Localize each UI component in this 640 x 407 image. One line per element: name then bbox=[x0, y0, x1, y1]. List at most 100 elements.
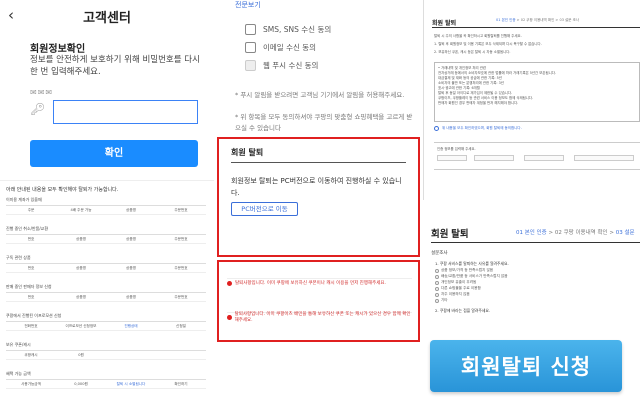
section-title: 보유 쿠폰/캐시 bbox=[6, 342, 31, 347]
table-cell: 주문번호 bbox=[174, 265, 188, 270]
marketing-consent-screen: 전문보기 SMS, SNS 수신 동의 이메일 수신 동의 웹 푸시 수신 동의… bbox=[217, 0, 420, 136]
radio-icon[interactable] bbox=[435, 274, 439, 279]
table-cell: 확인하기 bbox=[174, 381, 188, 386]
survey-option[interactable]: 배송/교환/반품 등 서비스가 만족스럽지 않음 bbox=[435, 274, 508, 279]
survey-option[interactable]: 기타 bbox=[435, 298, 448, 303]
table-cell: 탈퇴 시 소멸됩니다 bbox=[116, 381, 146, 386]
page-title: 회원 탈퇴 bbox=[431, 229, 469, 240]
radio-icon[interactable] bbox=[435, 280, 439, 285]
checkbox[interactable] bbox=[245, 41, 256, 53]
table-cell: 상품명 bbox=[126, 236, 136, 241]
checklist-section: 판매 중인 판매자 정보 신청 번호 상품명 상품명 주문번호 bbox=[6, 284, 206, 302]
survey-subtitle: 설문조사 bbox=[431, 251, 448, 256]
section-title: 쿠팡에서 진행된 이프로모션 신청 bbox=[6, 313, 62, 318]
warning-text: 탈퇴사항입니다. 이미 쿠팡에 보유하신 쿠폰이나 캐시 이용을 먼저 진행해주… bbox=[235, 281, 386, 286]
consent-item-email[interactable]: 이메일 수신 동의 bbox=[245, 40, 316, 54]
table-row: 사용가능금액 0,000원 탈퇴 시 소멸됩니다 확인하기 bbox=[6, 379, 206, 389]
consent-label: SMS, SNS 수신 동의 bbox=[263, 24, 332, 34]
agree-checkbox[interactable]: 위 내용을 모두 확인하였으며, 회원 탈퇴에 동의합니다. bbox=[434, 126, 522, 131]
step-3: 03 설문 조사 bbox=[559, 18, 580, 22]
table-cell: 주문번호 bbox=[174, 294, 188, 299]
withdraw-checklist-screen: 아래 안내된 내용을 모두 확인해야 탈퇴가 가능합니다. 이미용 계좌가 있을… bbox=[0, 180, 214, 407]
form-field[interactable] bbox=[437, 155, 467, 161]
table-cell: 주문번호 bbox=[174, 207, 188, 212]
description-text: 정보를 안전하게 보호하기 위해 비밀번호를 다시 한 번 입력해주세요. bbox=[30, 55, 200, 77]
checkbox[interactable] bbox=[245, 23, 256, 35]
checklist-section: 구독 관련 상품 번호 상품명 상품명 주문번호 bbox=[6, 255, 206, 273]
page-title: 고객센터 bbox=[83, 10, 131, 25]
warning-row: 탈퇴사항입니다. 이미 쿠팡이츠 배민을 통해 보유하신 쿠폰 또는 캐시가 있… bbox=[227, 312, 412, 323]
radio-icon[interactable] bbox=[435, 298, 439, 303]
desktop-withdraw-page: 회원 탈퇴 01 본인 인증 > 02 쿠팡 이용내역 확인 > 03 설문 조… bbox=[423, 0, 640, 200]
withdraw-info-box: 회원 탈퇴 회원정보 탈퇴는 PC버전으로 이동하여 진행하실 수 있습니다. … bbox=[217, 137, 420, 257]
withdraw-warnings-box: 탈퇴사항입니다. 이미 쿠팡에 보유하신 쿠폰이나 캐시 이용을 먼저 진행해주… bbox=[217, 260, 420, 342]
password-input[interactable] bbox=[53, 100, 198, 124]
view-full-terms-link[interactable]: 전문보기 bbox=[235, 0, 261, 10]
table-row: 전화번호 이프로모션 신청정보 진행상태 신청일 bbox=[6, 321, 206, 331]
table-cell: 상품명 bbox=[76, 236, 86, 241]
checklist-section: 혜택 가능 금액 사용가능금액 0,000원 탈퇴 시 소멸됩니다 확인하기 bbox=[6, 371, 206, 389]
table-cell: 0원 bbox=[78, 352, 84, 357]
option-label: 자주 이용하지 않음 bbox=[441, 292, 470, 296]
table-row: 쿠팡캐시 0원 bbox=[6, 350, 206, 360]
form-label: 인증 정보를 입력해 주세요. bbox=[437, 147, 476, 151]
survey-option[interactable]: 상품 정보/가격 등 만족스럽지 않음 bbox=[435, 268, 493, 273]
warning-row: 탈퇴사항입니다. 이미 쿠팡에 보유하신 쿠폰이나 캐시 이용을 먼저 진행해주… bbox=[227, 278, 412, 287]
divider bbox=[431, 242, 640, 243]
push-note: * 푸시 알림을 받으려면 고객님 기기에서 알림을 허용해주세요. bbox=[235, 91, 405, 99]
radio-icon[interactable] bbox=[435, 268, 439, 273]
table-cell: 상품명 bbox=[126, 294, 136, 299]
step-indicator: 01 본인 인증 > 02 쿠팡 이용내역 확인 > 03 설문 bbox=[516, 230, 635, 236]
go-pc-version-button[interactable]: PC버전으로 이동 bbox=[231, 202, 298, 216]
step-1: 01 본인 인증 bbox=[496, 18, 516, 22]
verification-form: 인증 정보를 입력해 주세요. bbox=[434, 142, 640, 170]
form-field[interactable] bbox=[574, 155, 634, 161]
collage: ‹ 고객센터 회원정보확인 정보를 안전하게 보호하기 위해 비밀번호를 다시 … bbox=[0, 0, 640, 407]
radio-icon[interactable] bbox=[435, 292, 439, 297]
survey-option[interactable]: 다른 쇼핑몰을 주로 이용함 bbox=[435, 286, 481, 291]
notice-text: 1. 탈퇴 후 회원정보 및 이용 기록은 모두 삭제되며 다시 복구할 수 없… bbox=[434, 42, 542, 46]
option-label: 다른 쇼핑몰을 주로 이용함 bbox=[441, 286, 481, 290]
confirm-button[interactable]: 확인 bbox=[30, 140, 198, 167]
notice-box: • 거래내역 및 개인정보 처리 관련 전자상거래 등에서의 소비자보호에 관한… bbox=[434, 62, 640, 122]
table-cell: 4배 주문 가능 bbox=[70, 207, 92, 212]
survey-question: 2. 쿠팡에 바라는 점을 알려주세요. bbox=[435, 308, 491, 313]
step-2: 02 쿠팡 이용내역 확인 bbox=[520, 18, 555, 22]
section-title: 혜택 가능 금액 bbox=[6, 371, 31, 376]
checklist-intro: 아래 안내된 내용을 모두 확인해야 탈퇴가 가능합니다. bbox=[6, 187, 119, 193]
table-cell: 번호 bbox=[27, 265, 35, 270]
checklist-section: 보유 쿠폰/캐시쿠팡캐시 0원 bbox=[6, 342, 206, 360]
option-label: 상품 정보/가격 등 만족스럽지 않음 bbox=[441, 268, 494, 272]
section-title: 구독 관련 상품 bbox=[6, 255, 31, 260]
form-field[interactable] bbox=[474, 155, 514, 161]
table-cell: 번호 bbox=[27, 236, 35, 241]
survey-option[interactable]: 자주 이용하지 않음 bbox=[435, 292, 470, 297]
option-label: 개인정보 유출이 우려됨 bbox=[441, 280, 477, 284]
table-cell: 주문 bbox=[27, 207, 35, 212]
consent-item-sms[interactable]: SMS, SNS 수신 동의 bbox=[245, 22, 331, 36]
checkbox[interactable] bbox=[245, 59, 256, 71]
table-cell: 0,000원 bbox=[74, 381, 88, 386]
survey-option[interactable]: 개인정보 유출이 우려됨 bbox=[435, 280, 476, 285]
checklist-section: 이미용 계좌가 있을때 주문 4배 주문 가능 상품명 주문번호 bbox=[6, 197, 206, 215]
section-heading: 회원정보확인 bbox=[30, 44, 86, 55]
table-cell: 이프로모션 신청정보 bbox=[65, 323, 97, 328]
table-cell: 번호 bbox=[27, 294, 35, 299]
step-indicator: 01 본인 인증 > 02 쿠팡 이용내역 확인 > 03 설문 조사 bbox=[496, 18, 580, 22]
button-label: 회원탈퇴 신청 bbox=[460, 355, 592, 379]
withdraw-apply-button[interactable]: 회원탈퇴 신청 bbox=[430, 340, 622, 392]
withdraw-title: 회원 탈퇴 bbox=[231, 148, 264, 157]
radio-icon[interactable] bbox=[434, 126, 439, 131]
form-field[interactable] bbox=[524, 155, 564, 161]
withdraw-survey-page: 회원 탈퇴 01 본인 인증 > 02 쿠팡 이용내역 확인 > 03 설문 설… bbox=[423, 205, 640, 335]
notice-text: 탈퇴 시 주의 사항을 꼭 확인하시고 회원탈퇴를 진행해 주세요. bbox=[434, 34, 522, 38]
step-2: 02 쿠팡 이용내역 확인 bbox=[554, 230, 608, 236]
section-title: 판매 중인 판매자 정보 신청 bbox=[6, 284, 52, 289]
mobile-password-check-screen: ‹ 고객센터 회원정보확인 정보를 안전하게 보호하기 위해 비밀번호를 다시 … bbox=[0, 0, 214, 178]
withdraw-description: 회원정보 탈퇴는 PC버전으로 이동하여 진행하실 수 있습니다. bbox=[231, 177, 402, 197]
radio-icon[interactable] bbox=[435, 286, 439, 291]
consent-item-push[interactable]: 웹 푸시 수신 동의 bbox=[245, 58, 318, 72]
table-cell: 진행상태 bbox=[124, 323, 138, 328]
table-row: 번호 상품명 상품명 주문번호 bbox=[6, 292, 206, 302]
table-row: 번호 상품명 상품명 주문번호 bbox=[6, 234, 206, 244]
